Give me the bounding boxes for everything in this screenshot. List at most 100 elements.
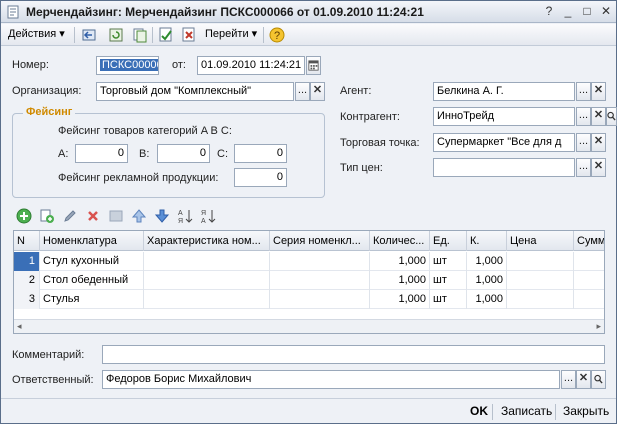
item-cell[interactable]: Стул кухонный (40, 252, 144, 271)
post-document-icon[interactable] (157, 26, 175, 44)
column-header-qty[interactable]: Количес... (370, 231, 430, 251)
org-select-button[interactable]: ... (295, 82, 310, 101)
responsible-select-button[interactable]: ... (561, 370, 576, 389)
price-type-field[interactable] (433, 158, 575, 177)
characteristic-cell[interactable] (144, 290, 270, 309)
delete-row-icon[interactable] (85, 208, 101, 224)
column-header-price[interactable]: Цена (507, 231, 574, 251)
facing-c-field[interactable]: 0 (234, 144, 287, 163)
price-cell[interactable] (507, 290, 574, 309)
table-row[interactable]: 1 Стул кухонный 1,000 шт 1,000 (14, 252, 604, 271)
go-back-icon[interactable] (80, 26, 98, 44)
date-field[interactable]: 01.09.2010 11:24:21 (197, 56, 305, 75)
add-row-icon[interactable] (16, 208, 32, 224)
column-header-characteristic[interactable]: Характеристика ном... (144, 231, 270, 251)
responsible-clear-button[interactable]: ✕ (576, 370, 591, 389)
item-cell[interactable]: Стулья (40, 290, 144, 309)
column-header-unit[interactable]: Ед. (430, 231, 467, 251)
outlet-select-button[interactable]: ... (576, 133, 591, 152)
sort-ascending-icon[interactable]: AЯ (177, 208, 193, 224)
k-cell[interactable]: 1,000 (467, 271, 507, 290)
counterparty-field[interactable]: ИнноТрейд (433, 107, 575, 126)
svg-text:Я: Я (201, 210, 206, 217)
qty-cell[interactable]: 1,000 (370, 290, 430, 309)
agent-field[interactable]: Белкина А. Г. (433, 82, 575, 101)
agent-select-button[interactable]: ... (576, 82, 591, 101)
item-cell[interactable]: Стол обеденный (40, 271, 144, 290)
characteristic-cell[interactable] (144, 271, 270, 290)
close-icon[interactable]: ✕ (597, 3, 615, 20)
copy-row-icon[interactable] (39, 208, 55, 224)
document-icon (7, 5, 19, 19)
comment-field[interactable] (102, 345, 605, 364)
column-header-k[interactable]: К. (467, 231, 507, 251)
responsible-field[interactable]: Федоров Борис Михайлович (102, 370, 560, 389)
move-down-icon[interactable] (154, 208, 170, 224)
column-header-item[interactable]: Номенклатура (40, 231, 144, 251)
edit-row-icon[interactable] (62, 208, 78, 224)
facing-a-field[interactable]: 0 (75, 144, 128, 163)
counterparty-select-button[interactable]: ... (576, 107, 591, 126)
k-cell[interactable]: 1,000 (467, 290, 507, 309)
column-header-sum[interactable]: Сумм (574, 231, 604, 251)
horizontal-scrollbar[interactable]: ◂ ▸ (14, 319, 604, 333)
unpost-document-icon[interactable] (180, 26, 198, 44)
series-cell[interactable] (270, 271, 370, 290)
move-up-icon[interactable] (131, 208, 147, 224)
maximize-icon[interactable]: □ (578, 3, 596, 20)
qty-cell[interactable]: 1,000 (370, 271, 430, 290)
goto-menu[interactable]: Перейти ▾ (205, 26, 257, 44)
price-type-clear-button[interactable]: ✕ (591, 158, 606, 177)
help-icon[interactable]: ? (540, 3, 558, 20)
calendar-button[interactable] (306, 56, 321, 75)
series-cell[interactable] (270, 252, 370, 271)
sum-cell[interactable] (574, 271, 604, 290)
k-cell[interactable]: 1,000 (467, 252, 507, 271)
save-button[interactable]: Записать (501, 404, 552, 418)
svg-text:A: A (178, 210, 183, 217)
number-field[interactable]: ПСКС00006 (96, 56, 159, 75)
sum-cell[interactable] (574, 252, 604, 271)
title-bar: Мерчендайзинг: Мерчендайзинг ПСКС000066 … (1, 1, 616, 23)
row-number: 3 (14, 290, 40, 309)
items-table[interactable]: N Номенклатура Характеристика ном... Сер… (13, 230, 605, 334)
qty-cell[interactable]: 1,000 (370, 252, 430, 271)
sort-descending-icon[interactable]: ЯA (200, 208, 216, 224)
end-edit-icon[interactable] (108, 208, 124, 224)
minimize-icon[interactable]: _ (559, 3, 577, 20)
row-number: 2 (14, 271, 40, 290)
outlet-field[interactable]: Супермаркет "Все для д (433, 133, 575, 152)
ok-button[interactable]: OK (470, 404, 488, 418)
org-field[interactable]: Торговый дом "Комплексный" (96, 82, 294, 101)
unit-cell[interactable]: шт (430, 252, 467, 271)
facing-b-field[interactable]: 0 (157, 144, 210, 163)
counterparty-clear-button[interactable]: ✕ (591, 107, 606, 126)
counterparty-open-button[interactable] (606, 107, 617, 126)
column-header-series[interactable]: Серия номенкл... (270, 231, 370, 251)
price-type-select-button[interactable]: ... (576, 158, 591, 177)
table-row[interactable]: 2 Стол обеденный 1,000 шт 1,000 (14, 271, 604, 290)
price-cell[interactable] (507, 271, 574, 290)
characteristic-cell[interactable] (144, 252, 270, 271)
counterparty-label: Контрагент: (340, 111, 400, 123)
responsible-open-button[interactable] (591, 370, 606, 389)
sum-cell[interactable] (574, 290, 604, 309)
facing-ads-field[interactable]: 0 (234, 168, 287, 187)
org-clear-button[interactable]: ✕ (310, 82, 325, 101)
refresh-icon[interactable] (107, 26, 125, 44)
unit-cell[interactable]: шт (430, 290, 467, 309)
price-cell[interactable] (507, 252, 574, 271)
unit-cell[interactable]: шт (430, 271, 467, 290)
outlet-clear-button[interactable]: ✕ (591, 133, 606, 152)
close-button[interactable]: Закрыть (563, 404, 609, 418)
copy-icon[interactable] (131, 26, 149, 44)
agent-clear-button[interactable]: ✕ (591, 82, 606, 101)
help-icon[interactable]: ? (268, 26, 286, 44)
series-cell[interactable] (270, 290, 370, 309)
scroll-right-icon[interactable]: ▸ (596, 321, 601, 332)
price-type-label: Тип цен: (340, 162, 383, 174)
table-row[interactable]: 3 Стулья 1,000 шт 1,000 (14, 290, 604, 309)
column-header-n[interactable]: N (14, 231, 40, 251)
actions-menu[interactable]: Действия ▾ (8, 26, 65, 44)
scroll-left-icon[interactable]: ◂ (17, 321, 22, 332)
